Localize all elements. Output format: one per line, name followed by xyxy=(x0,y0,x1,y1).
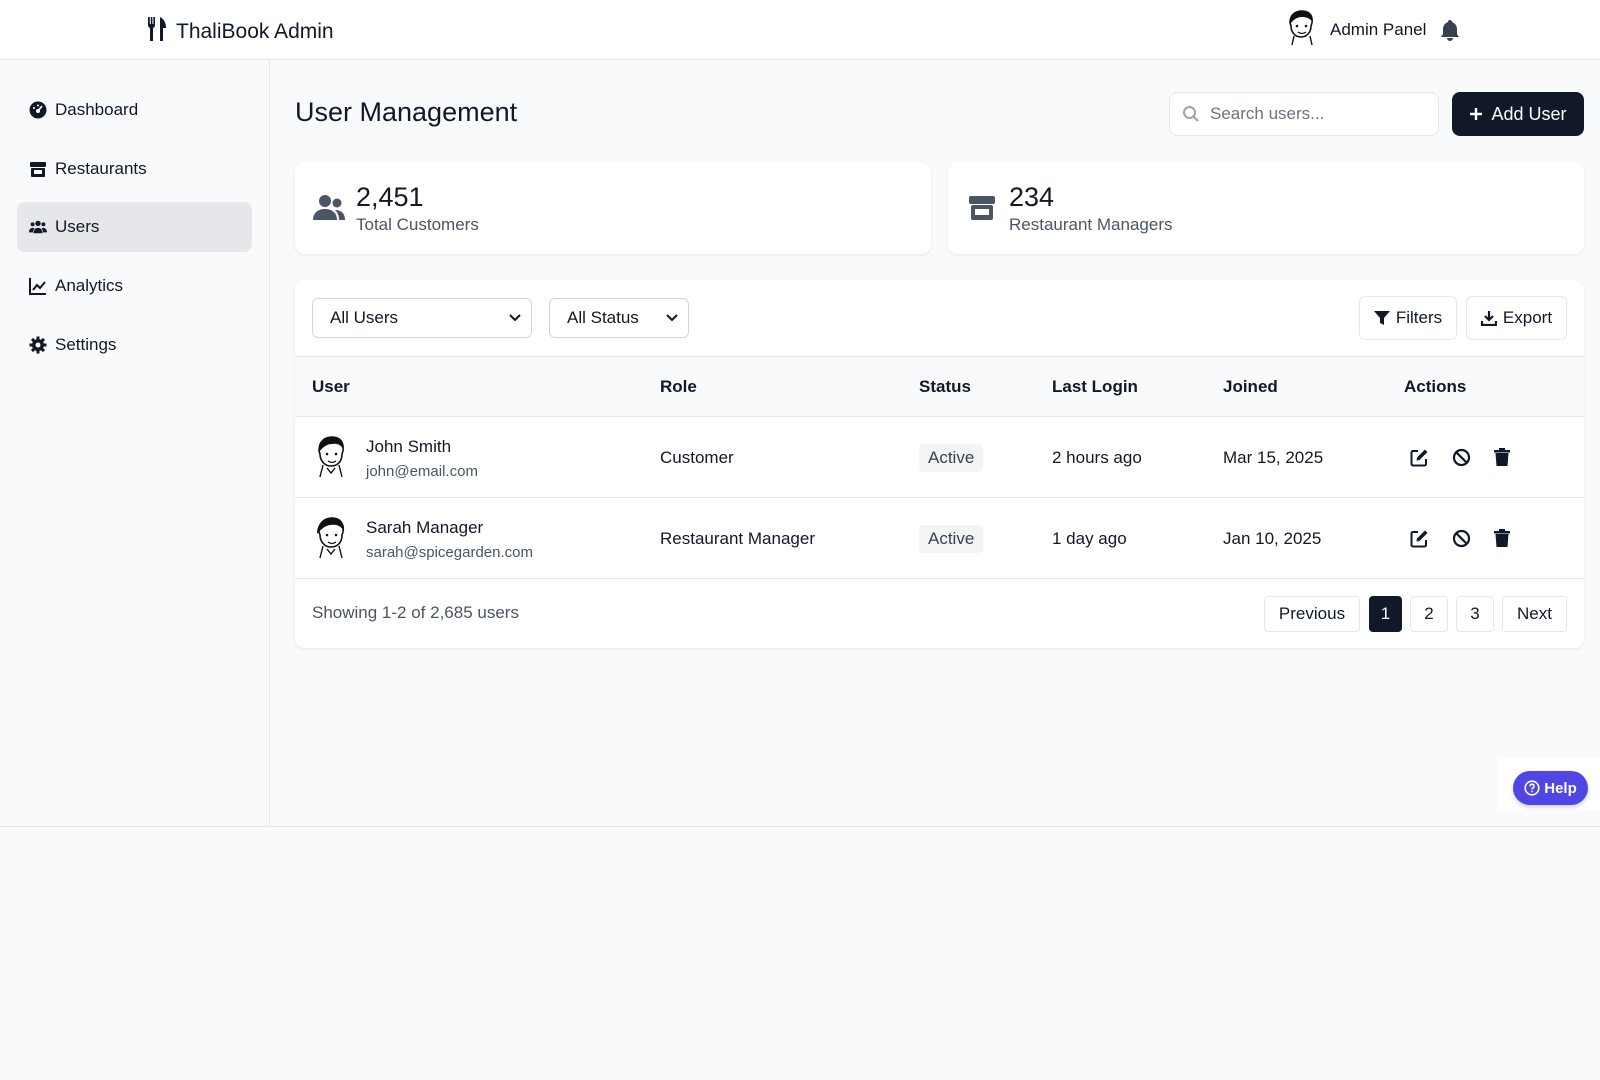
user-menu: Admin Panel xyxy=(1284,9,1460,52)
user-type-select[interactable]: All Users xyxy=(312,298,532,338)
edit-icon[interactable] xyxy=(1409,528,1429,548)
help-button[interactable]: Help xyxy=(1513,771,1588,805)
user-name[interactable]: Sarah Manager xyxy=(366,518,483,538)
previous-page-button[interactable]: Previous xyxy=(1264,596,1360,632)
column-header: Last Login xyxy=(1052,377,1138,396)
user-role: Restaurant Manager xyxy=(660,529,815,548)
table-row: John Smith john@email.com Customer Activ… xyxy=(295,417,1584,498)
status-badge: Active xyxy=(919,444,984,472)
add-user-label: Add User xyxy=(1491,103,1567,124)
user-name[interactable]: John Smith xyxy=(366,437,451,457)
top-bar: ThaliBook Admin Admin Panel xyxy=(0,0,1600,60)
user-role: Customer xyxy=(660,448,734,467)
stat-value: 234 xyxy=(1009,181,1055,212)
users-icon xyxy=(312,191,346,225)
sidebar-item-analytics[interactable]: Analytics xyxy=(17,261,252,311)
filter-icon xyxy=(1373,311,1390,325)
plus-icon xyxy=(1470,108,1483,120)
bell-icon[interactable] xyxy=(1440,19,1460,41)
table-row: Sarah Manager sarah@spicegarden.com Rest… xyxy=(295,498,1584,579)
last-login: 2 hours ago xyxy=(1052,448,1142,467)
stat-label: Restaurant Managers xyxy=(1009,214,1173,234)
column-header: Role xyxy=(660,377,697,396)
export-button[interactable]: Export xyxy=(1466,296,1567,340)
next-page-button[interactable]: Next xyxy=(1502,596,1567,632)
download-icon xyxy=(1480,311,1497,326)
help-label: Help xyxy=(1544,779,1577,797)
brand[interactable]: ThaliBook Admin xyxy=(146,16,334,47)
sidebar-item-restaurants[interactable]: Restaurants xyxy=(17,144,252,194)
sidebar-item-dashboard[interactable]: Dashboard xyxy=(17,85,252,135)
export-label: Export xyxy=(1502,308,1553,327)
utensils-icon xyxy=(146,16,168,47)
edit-icon[interactable] xyxy=(1409,447,1429,467)
search-icon xyxy=(1183,106,1199,122)
store-icon xyxy=(30,162,46,177)
user-type-value: All Users xyxy=(330,308,399,327)
sidebar-item-label: Analytics xyxy=(55,276,124,295)
page-title: User Management xyxy=(295,97,518,127)
table-header: User Role Status Last Login Joined Actio… xyxy=(295,357,1584,417)
column-header: Status xyxy=(919,377,971,396)
status-value: All Status xyxy=(567,308,639,327)
column-header: Actions xyxy=(1404,377,1467,396)
column-header: User xyxy=(312,377,350,396)
add-user-button[interactable]: Add User xyxy=(1452,92,1584,136)
stat-card-managers: 234 Restaurant Managers xyxy=(948,162,1584,254)
joined-date: Jan 10, 2025 xyxy=(1223,529,1322,548)
sidebar-item-users[interactable]: Users xyxy=(17,202,252,252)
user-email: john@email.com xyxy=(366,463,478,480)
sidebar-item-label: Restaurants xyxy=(55,159,147,178)
joined-date: Mar 15, 2025 xyxy=(1223,448,1324,467)
chevron-down-icon xyxy=(666,314,678,322)
sidebar-item-label: Users xyxy=(55,217,100,236)
footer-divider xyxy=(0,826,1600,842)
chevron-down-icon xyxy=(509,314,521,322)
page-button-1[interactable]: 1 xyxy=(1369,596,1402,632)
stat-value: 2,451 xyxy=(356,181,424,212)
block-icon[interactable] xyxy=(1451,528,1471,548)
app-title: ThaliBook Admin xyxy=(176,19,334,43)
page-button-2[interactable]: 2 xyxy=(1410,596,1448,632)
search-box[interactable] xyxy=(1169,92,1439,136)
dashboard-icon xyxy=(29,101,47,119)
block-icon[interactable] xyxy=(1451,447,1471,467)
last-login: 1 day ago xyxy=(1052,529,1127,548)
question-circle-icon xyxy=(1524,780,1540,796)
table-toolbar: All Users All Status Filters Export xyxy=(295,280,1584,357)
column-header: Joined xyxy=(1223,377,1278,396)
users-icon xyxy=(29,220,47,234)
admin-panel-label: Admin Panel xyxy=(1330,20,1427,39)
pagination-info: Showing 1-2 of 2,685 users xyxy=(312,603,519,622)
avatar xyxy=(312,435,350,479)
stat-card-customers: 2,451 Total Customers xyxy=(295,162,931,254)
gear-icon xyxy=(29,336,47,354)
admin-avatar[interactable] xyxy=(1284,9,1318,52)
help-container: Help xyxy=(1497,758,1600,810)
user-email: sarah@spicegarden.com xyxy=(366,544,533,561)
status-badge: Active xyxy=(919,525,984,553)
sidebar-item-label: Settings xyxy=(55,335,117,354)
sidebar-item-settings[interactable]: Settings xyxy=(17,320,252,370)
filters-label: Filters xyxy=(1395,308,1443,327)
users-table-card: All Users All Status Filters Export User… xyxy=(295,280,1584,648)
filters-button[interactable]: Filters xyxy=(1359,296,1457,340)
store-icon xyxy=(965,191,999,225)
stat-label: Total Customers xyxy=(356,214,479,234)
search-input[interactable] xyxy=(1210,104,1430,124)
avatar xyxy=(312,516,350,560)
trash-icon[interactable] xyxy=(1492,447,1512,467)
trash-icon[interactable] xyxy=(1492,528,1512,548)
sidebar: Dashboard Restaurants Users Analytics Se… xyxy=(0,60,270,842)
sidebar-item-label: Dashboard xyxy=(55,100,139,119)
status-select[interactable]: All Status xyxy=(549,298,689,338)
page-button-3[interactable]: 3 xyxy=(1456,596,1494,632)
chart-line-icon xyxy=(29,278,46,295)
